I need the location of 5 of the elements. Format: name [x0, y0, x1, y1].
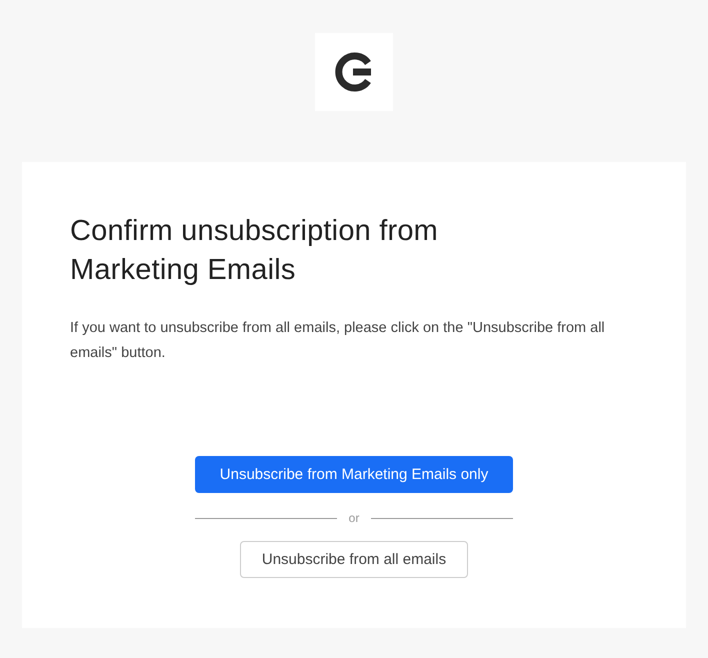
page-heading: Confirm unsubscription from Marketing Emails	[70, 214, 440, 288]
unsubscribe-all-button[interactable]: Unsubscribe from all emails	[240, 541, 468, 578]
or-separator-text: or	[348, 511, 360, 525]
description-text: If you want to unsubscribe from all emails, please click on the "Unsubscribe from all emails" button.	[70, 319, 606, 363]
unsubscribe-marketing-button[interactable]: Unsubscribe from Marketing Emails only	[195, 456, 513, 493]
